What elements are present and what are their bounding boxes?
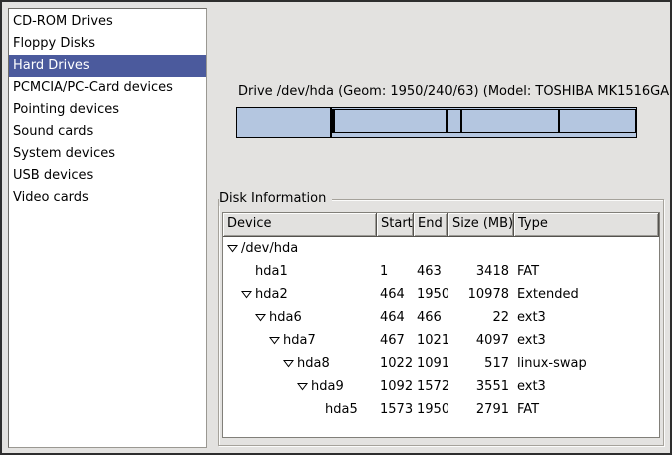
cell-start: 467 — [377, 333, 414, 348]
table-row-hda7[interactable]: hda7 46710214097ext3 — [223, 329, 659, 352]
device-name: /dev/hda — [241, 241, 298, 256]
cell-size: 2791 — [448, 402, 514, 417]
sidebar-item-floppy-disks[interactable]: Floppy Disks — [9, 33, 206, 55]
expander-down-icon — [283, 359, 294, 368]
cell-type: ext3 — [514, 333, 659, 348]
device-name: hda2 — [255, 287, 288, 302]
column-header-device[interactable]: Device — [223, 213, 377, 237]
partition-table-header: DeviceStartEndSize (MB)Type — [223, 213, 659, 237]
expander-down-icon — [255, 313, 266, 322]
sidebar-item-cd-rom-drives[interactable]: CD-ROM Drives — [9, 11, 206, 33]
device-name: hda1 — [255, 264, 288, 279]
cell-end: 1091 — [414, 356, 448, 371]
cell-end: 1950 — [414, 287, 448, 302]
cell-type: FAT — [514, 402, 659, 417]
partition-segment-hda1 — [236, 107, 331, 138]
partition-table[interactable]: DeviceStartEndSize (MB)Type /dev/hda hda1… — [222, 212, 660, 438]
expander-icon[interactable] — [227, 244, 241, 253]
device-name: hda9 — [311, 379, 344, 394]
cell-start: 464 — [377, 310, 414, 325]
device-name: hda5 — [325, 402, 358, 417]
cell-start: 1573 — [377, 402, 414, 417]
table-row-hda9[interactable]: hda9 109215723551ext3 — [223, 375, 659, 398]
expander-down-icon — [269, 336, 280, 345]
partition-bar — [236, 107, 637, 138]
hardware-browser-window: CD-ROM DrivesFloppy DisksHard DrivesPCMC… — [0, 0, 672, 455]
cell-size: 10978 — [448, 287, 514, 302]
disk-information-groupbox: Disk Information DeviceStartEndSize (MB)… — [218, 199, 664, 446]
cell-end: 1950 — [414, 402, 448, 417]
cell-end: 463 — [414, 264, 448, 279]
table-row-hda1[interactable]: hda1 14633418FAT — [223, 260, 659, 283]
cell-type: linux-swap — [514, 356, 659, 371]
table-row--dev-hda[interactable]: /dev/hda — [223, 237, 659, 260]
column-header-type[interactable]: Type — [514, 213, 659, 237]
cell-size: 3551 — [448, 379, 514, 394]
cell-size: 22 — [448, 310, 514, 325]
expander-icon[interactable] — [255, 313, 269, 322]
table-row-hda2[interactable]: hda2 464195010978Extended — [223, 283, 659, 306]
expander-down-icon — [227, 244, 238, 253]
cell-type: ext3 — [514, 310, 659, 325]
cell-start: 1022 — [377, 356, 414, 371]
partition-segment-hda2 — [331, 107, 637, 138]
cell-start: 1 — [377, 264, 414, 279]
partition-segment-hda7 — [334, 109, 447, 133]
partition-segment-hda5 — [559, 109, 636, 133]
cell-type: ext3 — [514, 379, 659, 394]
cell-size: 517 — [448, 356, 514, 371]
device-name: hda7 — [283, 333, 316, 348]
cell-type: FAT — [514, 264, 659, 279]
device-category-list[interactable]: CD-ROM DrivesFloppy DisksHard DrivesPCMC… — [8, 8, 207, 448]
cell-start: 464 — [377, 287, 414, 302]
column-header-end[interactable]: End — [414, 213, 448, 237]
sidebar-item-pcmcia-pc-card-devices[interactable]: PCMCIA/PC-Card devices — [9, 77, 206, 99]
cell-end: 466 — [414, 310, 448, 325]
table-row-hda6[interactable]: hda6 46446622ext3 — [223, 306, 659, 329]
device-name: hda6 — [269, 310, 302, 325]
expander-icon[interactable] — [283, 359, 297, 368]
cell-size: 3418 — [448, 264, 514, 279]
expander-icon[interactable] — [297, 382, 311, 391]
sidebar-item-video-cards[interactable]: Video cards — [9, 187, 206, 209]
column-header-start[interactable]: Start — [377, 213, 414, 237]
table-row-hda8[interactable]: hda8 10221091517linux-swap — [223, 352, 659, 375]
partition-segment-hda9 — [461, 109, 559, 133]
expander-icon[interactable] — [241, 290, 255, 299]
sidebar-item-system-devices[interactable]: System devices — [9, 143, 206, 165]
expander-icon[interactable] — [269, 336, 283, 345]
cell-start: 1092 — [377, 379, 414, 394]
device-name: hda8 — [297, 356, 330, 371]
cell-end: 1572 — [414, 379, 448, 394]
sidebar-item-sound-cards[interactable]: Sound cards — [9, 121, 206, 143]
sidebar-item-hard-drives[interactable]: Hard Drives — [9, 55, 206, 77]
expander-down-icon — [241, 290, 252, 299]
table-row-hda5[interactable]: hda5 157319502791FAT — [223, 398, 659, 421]
cell-type: Extended — [514, 287, 659, 302]
cell-size: 4097 — [448, 333, 514, 348]
partition-table-body: /dev/hdahda114633418FAThda2464195010978E… — [223, 237, 659, 421]
expander-down-icon — [297, 382, 308, 391]
disk-information-label: Disk Information — [219, 191, 332, 206]
partition-segment-hda8 — [447, 109, 461, 133]
cell-end: 1021 — [414, 333, 448, 348]
drive-title: Drive /dev/hda (Geom: 1950/240/63) (Mode… — [238, 84, 672, 99]
sidebar-item-pointing-devices[interactable]: Pointing devices — [9, 99, 206, 121]
sidebar-item-usb-devices[interactable]: USB devices — [9, 165, 206, 187]
column-header-size-mb-[interactable]: Size (MB) — [448, 213, 514, 237]
